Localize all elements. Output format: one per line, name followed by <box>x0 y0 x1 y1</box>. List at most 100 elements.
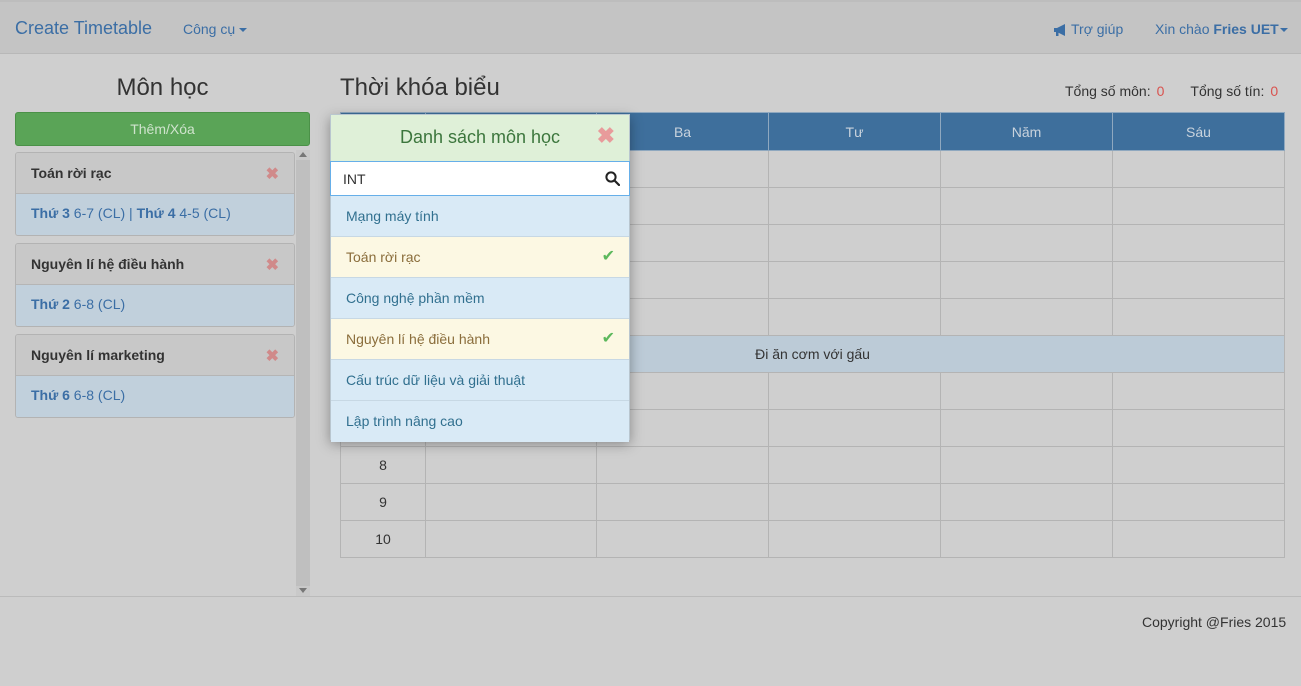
help-link[interactable]: Trợ giúp <box>1053 21 1123 37</box>
tools-menu[interactable]: Công cụ <box>183 21 248 37</box>
remove-icon[interactable]: ✖ <box>266 164 279 184</box>
schedule-day: Thứ 2 <box>31 296 70 312</box>
slot-cell[interactable] <box>940 483 1113 521</box>
course-name: Nguyên lí marketing <box>31 347 165 363</box>
slot-cell[interactable] <box>940 187 1113 225</box>
slot-cell[interactable] <box>768 224 941 262</box>
slot-cell[interactable] <box>425 446 597 484</box>
course-schedule: Thứ 6 6-8 (CL) <box>16 376 294 417</box>
slot-cell[interactable] <box>940 446 1113 484</box>
copyright: Copyright @Fries 2015 <box>1142 614 1287 630</box>
slot-cell[interactable] <box>1112 224 1285 262</box>
check-icon: ✔ <box>601 248 615 265</box>
caret-down-icon <box>239 28 248 33</box>
user-menu[interactable]: Xin chào Fries UET <box>1155 21 1288 37</box>
slot-cell[interactable] <box>1112 372 1285 410</box>
scroll-up-icon[interactable] <box>299 152 307 157</box>
timetable-title: Thời khóa biểu <box>340 74 500 101</box>
slot-cell[interactable] <box>940 409 1113 447</box>
course-list: Toán rời rạc ✖ Thứ 3 6-7 (CL) | Thứ 4 4-… <box>15 152 295 425</box>
course-header: Nguyên lí hệ điều hành ✖ <box>16 244 294 285</box>
list-item[interactable]: Nguyên lí hệ điều hành ✔ <box>331 319 629 360</box>
list-item[interactable]: Toán rời rạc ✔ <box>331 237 629 278</box>
slot-cell[interactable] <box>768 261 941 299</box>
navbar: Create Timetable Công cụ Trợ giúp Xin ch… <box>0 0 1301 54</box>
course-name: Nguyên lí hệ điều hành <box>31 256 185 272</box>
period-cell: 8 <box>340 446 426 484</box>
total-courses-label: Tổng số môn: <box>1065 83 1151 99</box>
slot-cell[interactable] <box>768 150 941 188</box>
slot-cell[interactable] <box>1112 261 1285 299</box>
courses-title: Môn học <box>116 74 209 101</box>
greeting-text: Xin chào <box>1155 21 1210 37</box>
scrollbar[interactable] <box>296 150 310 596</box>
list-item[interactable]: Công nghệ phần mềm <box>331 278 629 319</box>
course-card: Nguyên lí marketing ✖ Thứ 6 6-8 (CL) <box>15 334 295 418</box>
course-option-label: Toán rời rạc <box>346 249 421 265</box>
add-remove-button[interactable]: Thêm/Xóa <box>15 112 310 146</box>
remove-icon[interactable]: ✖ <box>266 255 279 275</box>
slot-cell[interactable] <box>1112 187 1285 225</box>
header-day: Tư <box>768 112 941 151</box>
course-option-label: Mạng máy tính <box>346 208 439 224</box>
schedule-slot: 6-7 (CL) <box>69 205 126 221</box>
slot-cell[interactable] <box>425 520 597 558</box>
slot-cell[interactable] <box>1112 483 1285 521</box>
search-input[interactable] <box>331 162 629 195</box>
slot-cell[interactable] <box>768 520 941 558</box>
slot-cell[interactable] <box>1112 150 1285 188</box>
course-schedule: Thứ 2 6-8 (CL) <box>16 285 294 326</box>
help-label: Trợ giúp <box>1071 21 1124 37</box>
course-card: Toán rời rạc ✖ Thứ 3 6-7 (CL) | Thứ 4 4-… <box>15 152 295 236</box>
stats: Tổng số môn: 0 Tổng số tín: 0 <box>1065 83 1278 99</box>
slot-cell[interactable] <box>940 372 1113 410</box>
slot-cell[interactable] <box>768 187 941 225</box>
slot-cell[interactable] <box>596 446 769 484</box>
schedule-day: Thứ 6 <box>31 387 70 403</box>
remove-icon[interactable]: ✖ <box>266 346 279 366</box>
list-item[interactable]: Cấu trúc dữ liệu và giải thuật <box>331 360 629 401</box>
slot-cell[interactable] <box>940 298 1113 336</box>
slot-cell[interactable] <box>1112 520 1285 558</box>
period-cell: 10 <box>340 520 426 558</box>
slot-cell[interactable] <box>1112 409 1285 447</box>
list-item[interactable]: Lập trình nâng cao <box>331 401 629 442</box>
schedule-slot: 4-5 (CL) <box>175 205 231 221</box>
brand-link[interactable]: Create Timetable <box>15 18 152 39</box>
total-credits-value: 0 <box>1270 83 1279 99</box>
slot-cell[interactable] <box>768 409 941 447</box>
slot-cell[interactable] <box>768 372 941 410</box>
slot-cell[interactable] <box>596 520 769 558</box>
total-credits-label: Tổng số tín: <box>1190 83 1265 99</box>
slot-cell[interactable] <box>596 483 769 521</box>
course-header: Nguyên lí marketing ✖ <box>16 335 294 376</box>
close-icon[interactable]: ✖ <box>597 115 615 157</box>
slot-cell[interactable] <box>940 261 1113 299</box>
check-icon: ✔ <box>601 330 615 347</box>
tools-label: Công cụ <box>183 21 236 37</box>
slot-cell[interactable] <box>1112 446 1285 484</box>
footer-divider <box>0 596 1301 597</box>
search-icon[interactable] <box>605 171 620 186</box>
table-row: 8 <box>340 446 1285 484</box>
schedule-separator: | <box>125 205 137 221</box>
course-option-label: Công nghệ phần mềm <box>346 290 485 306</box>
course-option-label: Cấu trúc dữ liệu và giải thuật <box>346 372 526 388</box>
slot-cell[interactable] <box>1112 298 1285 336</box>
slot-cell[interactable] <box>768 483 941 521</box>
slot-cell[interactable] <box>425 483 597 521</box>
caret-down-icon <box>1279 28 1288 33</box>
header-day: Năm <box>940 112 1113 151</box>
scroll-down-icon[interactable] <box>299 588 307 593</box>
slot-cell[interactable] <box>768 446 941 484</box>
slot-cell[interactable] <box>940 224 1113 262</box>
slot-cell[interactable] <box>768 298 941 336</box>
slot-cell[interactable] <box>940 150 1113 188</box>
schedule-day: Thứ 3 <box>31 205 70 221</box>
list-item[interactable]: Mạng máy tính <box>331 196 629 237</box>
slot-cell[interactable] <box>940 520 1113 558</box>
course-header: Toán rời rạc ✖ <box>16 153 294 194</box>
course-list-popup: Danh sách môn học ✖ Mạng máy tính Toán r… <box>330 114 630 442</box>
schedule-slot: 6-8 (CL) <box>69 296 126 312</box>
scroll-thumb[interactable] <box>296 160 310 586</box>
